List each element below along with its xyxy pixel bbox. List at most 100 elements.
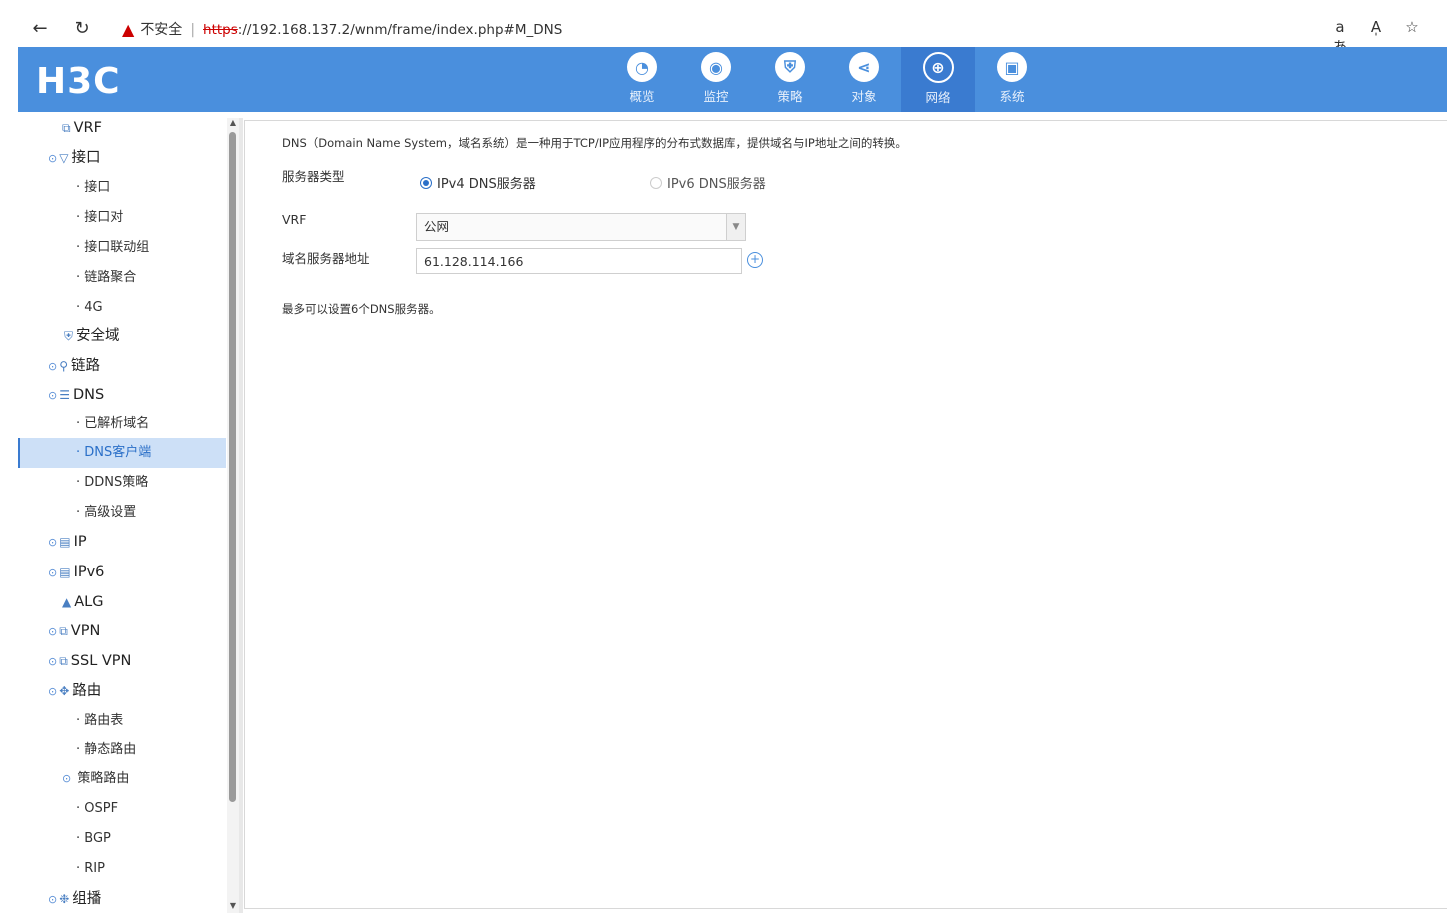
sidebar-item-dns-client[interactable]: · DNS客户端: [18, 438, 226, 468]
sidebar-item-ssl-vpn[interactable]: ⊙ ⧉ SSL VPN: [18, 646, 226, 676]
sidebar-item-ospf[interactable]: · OSPF: [18, 794, 226, 824]
nav-monitor[interactable]: ◉ 监控: [679, 47, 753, 112]
sidebar-item-4g[interactable]: · 4G: [18, 293, 226, 323]
back-arrow-icon[interactable]: ←: [28, 18, 52, 40]
sidebar-item-interface-group[interactable]: ⊙ ▽ 接口: [18, 143, 226, 173]
sidebar-item-label: · 接口联动组: [76, 240, 150, 255]
alg-icon: ▲: [62, 595, 72, 609]
shield-icon: ⛨: [64, 329, 74, 343]
expand-icon[interactable]: ⊙: [48, 389, 57, 402]
dns-server-address-input[interactable]: 61.128.114.166: [416, 248, 742, 274]
ipv6-dns-label: IPv6 DNS服务器: [667, 177, 766, 192]
sidebar-item-label: 安全域: [76, 328, 120, 344]
sidebar-item-vpn[interactable]: ⊙ ⧉ VPN: [18, 616, 226, 646]
route-icon: ✥: [59, 684, 70, 698]
expand-icon[interactable]: ⊙: [48, 152, 57, 165]
sidebar-item-resolved-domains[interactable]: · 已解析域名: [18, 409, 226, 439]
sidebar-item-label: · DNS客户端: [76, 445, 152, 460]
url-rest: ://192.168.137.2/wnm/frame/index.php#M_D…: [237, 22, 563, 38]
sidebar-item-label: 链路: [71, 358, 101, 374]
expand-icon[interactable]: ⊙: [62, 772, 71, 785]
scroll-up-icon[interactable]: ▲: [227, 118, 239, 130]
ip-icon: ▤: [59, 535, 71, 549]
link-icon: ⚲: [59, 359, 69, 373]
vrf-select[interactable]: 公网 ▼: [416, 213, 746, 241]
security-label: 不安全: [140, 22, 183, 38]
nav-network-label: 网络: [925, 90, 951, 105]
sidebar-item-vrf[interactable]: ⧉ VRF: [18, 113, 226, 143]
dns-client-panel: DNS（Domain Name System，域名系统）是一种用于TCP/IP应…: [244, 120, 1447, 909]
gauge-icon: ◔: [627, 52, 657, 82]
expand-icon[interactable]: ⊙: [48, 685, 57, 698]
chevron-down-icon[interactable]: ▼: [726, 214, 745, 240]
expand-icon[interactable]: ⊙: [48, 893, 57, 906]
expand-icon[interactable]: ⊙: [48, 655, 57, 668]
sidebar-menu: ⧉ VRF ⊙ ▽ 接口 · 接口 · 接口对 · 接口联动组 · 链路聚合 · 4G…: [18, 113, 226, 916]
nav-network[interactable]: ⊕ 网络: [901, 47, 975, 112]
expand-icon[interactable]: ⊙: [48, 536, 57, 549]
ipv6-dns-radio[interactable]: IPv6 DNS服务器: [650, 173, 766, 192]
share-icon: ⋖: [849, 52, 879, 82]
dns-address-label: 域名服务器地址: [282, 251, 370, 266]
sidebar-item-static-route[interactable]: · 静态路由: [18, 735, 226, 765]
nav-object[interactable]: ⋖ 对象: [827, 47, 901, 112]
sidebar-item-label: 组播: [72, 891, 102, 907]
sidebar-item-multicast[interactable]: ⊙ ❉ 组播: [18, 884, 226, 914]
vrf-selected-value: 公网: [424, 219, 450, 234]
sidebar-item-label: ALG: [74, 594, 104, 610]
sidebar-item-label: · 链路聚合: [76, 270, 137, 285]
sidebar-item-link-aggregation[interactable]: · 链路聚合: [18, 263, 226, 293]
sidebar-item-dns[interactable]: ⊙ ☰ DNS: [18, 380, 226, 410]
sidebar-item-ipv6[interactable]: ⊙ ▤ IPv6: [18, 557, 226, 587]
sidebar-item-interface[interactable]: · 接口: [18, 173, 226, 203]
sidebar-item-rip[interactable]: · RIP: [18, 854, 226, 884]
scroll-down-icon[interactable]: ▼: [227, 901, 239, 913]
sidebar-item-label: · 静态路由: [76, 742, 137, 757]
sidebar-item-interface-linkage[interactable]: · 接口联动组: [18, 233, 226, 263]
add-server-plus-icon[interactable]: +: [747, 252, 763, 268]
sidebar-item-link[interactable]: ⊙ ⚲ 链路: [18, 351, 226, 381]
sidebar-scrollbar[interactable]: ▲ ▼: [227, 118, 239, 913]
sidebar-item-ddns-policy[interactable]: · DDNS策略: [18, 468, 226, 498]
sidebar-item-label: VPN: [70, 623, 101, 639]
sidebar-item-routing[interactable]: ⊙ ✥ 路由: [18, 676, 226, 706]
scroll-thumb[interactable]: [229, 132, 236, 802]
sidebar-item-label: DNS: [72, 387, 105, 403]
top-nav-items: ◔ 概览 ◉ 监控 ⛨ 策略 ⋖ 对象 ⊕ 网络 ▣ 系统: [605, 47, 1049, 112]
sidebar-item-routing-table[interactable]: · 路由表: [18, 706, 226, 736]
database-icon: ☰: [59, 388, 70, 402]
ipv4-dns-label: IPv4 DNS服务器: [437, 177, 536, 192]
browser-toolbar: ← ↻ ▲ 不安全 | https://192.168.137.2/wnm/fr…: [18, 12, 1447, 56]
expand-icon[interactable]: ⊙: [48, 360, 57, 373]
sidebar-item-label: · 4G: [76, 300, 103, 315]
nav-overview[interactable]: ◔ 概览: [605, 47, 679, 112]
sidebar-item-label: 策略路由: [77, 771, 130, 786]
globe-icon: ⊕: [922, 52, 954, 83]
sidebar-item-security-zone[interactable]: ⛨ 安全域: [18, 321, 226, 351]
sidebar-item-advanced-settings[interactable]: · 高级设置: [18, 498, 226, 528]
url-text[interactable]: https://192.168.137.2/wnm/frame/index.ph…: [203, 20, 562, 40]
nav-system-label: 系统: [999, 89, 1025, 104]
sidebar-splitter[interactable]: [239, 118, 243, 913]
sidebar-item-label: VRF: [73, 120, 102, 136]
sidebar-item-ip[interactable]: ⊙ ▤ IP: [18, 527, 226, 557]
vpn-icon: ⧉: [59, 624, 68, 638]
expand-icon[interactable]: ⊙: [48, 566, 57, 579]
address-separator: |: [190, 22, 196, 38]
sidebar-item-bgp[interactable]: · BGP: [18, 824, 226, 854]
reload-icon[interactable]: ↻: [70, 18, 94, 40]
sidebar-item-policy-route[interactable]: ⊙ 策略路由: [18, 764, 226, 794]
address-bar[interactable]: ▲ 不安全 | https://192.168.137.2/wnm/frame/…: [122, 20, 562, 40]
sidebar-item-label: 接口: [71, 150, 101, 166]
sidebar-item-label: · DDNS策略: [76, 475, 149, 490]
url-scheme: https: [203, 22, 238, 38]
nav-policy[interactable]: ⛨ 策略: [753, 47, 827, 112]
nav-policy-label: 策略: [777, 89, 803, 104]
max-servers-note: 最多可以设置6个DNS服务器。: [282, 302, 441, 316]
sidebar-item-interface-pair[interactable]: · 接口对: [18, 203, 226, 233]
shield-icon: ⛨: [775, 52, 805, 82]
expand-icon[interactable]: ⊙: [48, 625, 57, 638]
sidebar-item-alg[interactable]: ▲ ALG: [18, 587, 226, 617]
ipv4-dns-radio[interactable]: IPv4 DNS服务器: [420, 173, 536, 192]
nav-system[interactable]: ▣ 系统: [975, 47, 1049, 112]
